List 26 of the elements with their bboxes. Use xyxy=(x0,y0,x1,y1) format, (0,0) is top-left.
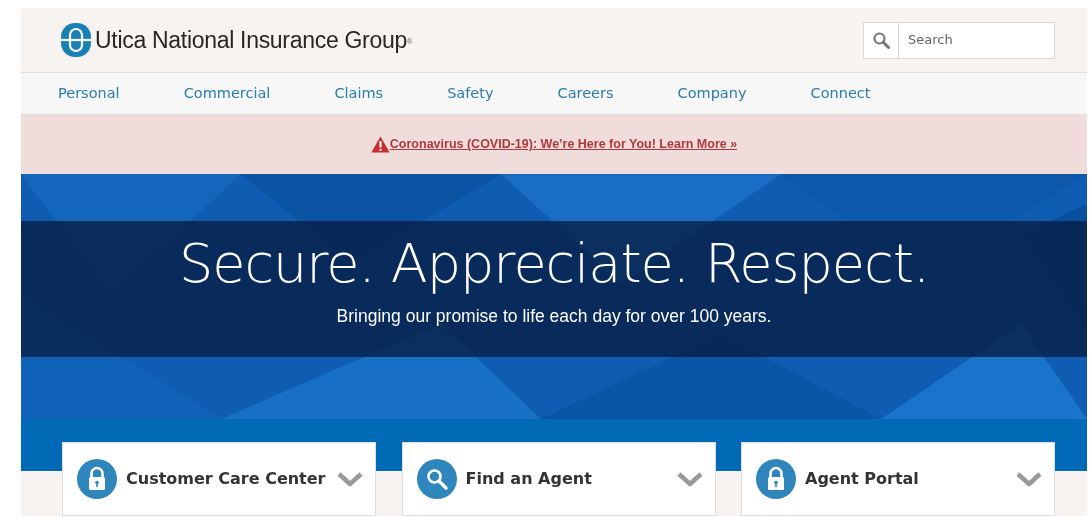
nav-link[interactable]: Safety xyxy=(447,82,494,105)
search-box[interactable]: Search xyxy=(863,21,1055,59)
card-title: Agent Portal xyxy=(805,468,919,490)
search-icon xyxy=(872,31,890,49)
alert-link[interactable]: Coronavirus (COVID-19): We’re Here for You! Learn More » xyxy=(389,135,738,154)
dropdown-card[interactable]: Agent Portal xyxy=(741,442,1055,516)
hero-subtitle: Bringing our promise to life each day for over 100 years. xyxy=(335,305,773,328)
chevron-icon xyxy=(1016,471,1042,487)
nav-link[interactable]: Connect xyxy=(810,82,871,105)
brand-name[interactable]: Utica National Insurance Group$^{®}$ xyxy=(95,22,412,58)
nav-link[interactable]: Commercial xyxy=(183,82,271,105)
nav-link[interactable]: Claims xyxy=(334,82,384,105)
search-icon xyxy=(416,459,457,499)
logo-icon xyxy=(61,23,91,57)
lock-icon xyxy=(77,459,117,499)
card-title: Find an Agent xyxy=(465,468,592,490)
warning-icon xyxy=(370,136,390,153)
nav-link[interactable]: Company xyxy=(677,82,747,105)
nav-link[interactable]: Personal xyxy=(58,82,120,105)
lock-icon xyxy=(756,459,796,499)
nav-link[interactable]: Careers xyxy=(557,82,614,105)
dropdown-card[interactable]: Customer Care Center xyxy=(62,442,376,516)
card-title: Customer Care Center xyxy=(126,468,326,490)
chevron-icon xyxy=(676,471,703,487)
dropdown-card[interactable]: Find an Agent xyxy=(401,442,716,516)
chevron-icon xyxy=(337,471,363,487)
